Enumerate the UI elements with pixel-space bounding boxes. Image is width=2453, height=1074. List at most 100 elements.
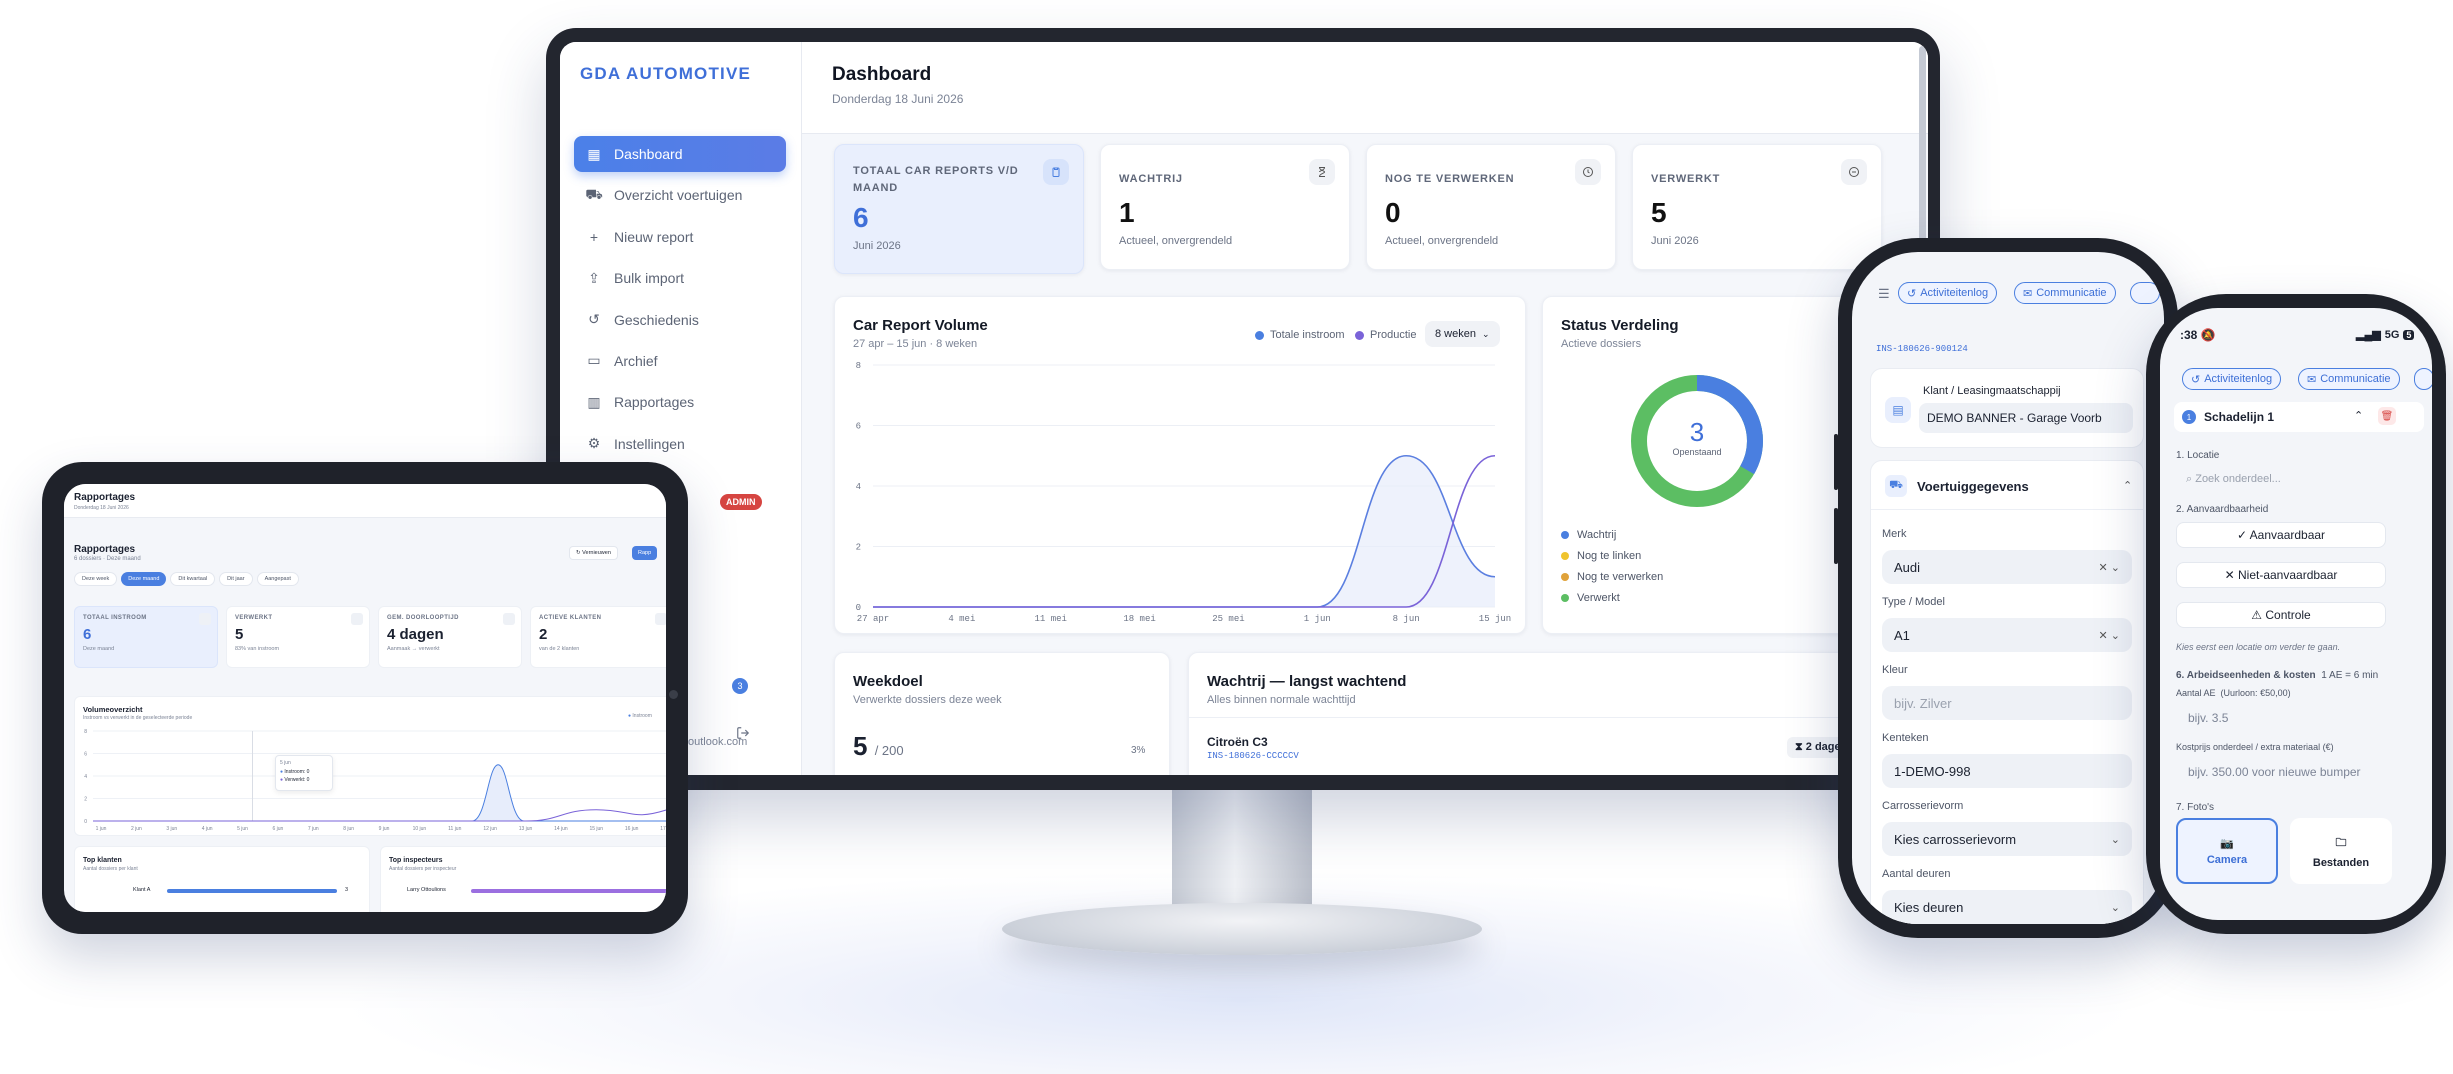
trash-icon[interactable]: 🗑 — [2378, 407, 2396, 425]
range-select[interactable]: 8 weken ⌄ — [1425, 321, 1500, 347]
kpi-card-wachtrij[interactable]: WACHTRIJ 1 Actueel, onvergrendeld — [1100, 144, 1350, 270]
sidebar-item-archief[interactable]: ▭ Archief — [574, 343, 786, 379]
tablet-camera — [669, 690, 678, 699]
tab-aangepast[interactable]: Aangepast — [256, 572, 299, 586]
tablet-kpi-card[interactable]: VERWERKT 5 83% van instroom — [226, 606, 370, 668]
export-button[interactable]: Rapp — [632, 546, 658, 560]
locatie-label: 1. Locatie — [2176, 450, 2220, 461]
volume-title: Car Report Volume — [853, 317, 988, 334]
communicatie-button[interactable]: ✉ Communicatie — [2298, 368, 2400, 390]
tab-deze-maand[interactable]: Deze maand — [121, 572, 167, 586]
clear-chevron-icon[interactable]: ✕ ⌄ — [2099, 629, 2121, 642]
kpi-value: 5 — [235, 626, 244, 643]
carros-select[interactable]: Kies carrosserievorm ⌄ — [1882, 822, 2132, 856]
kpi-sub: Juni 2026 — [853, 240, 901, 252]
monitor-stand-base — [1002, 903, 1482, 955]
kpi-label: GEM. DOORLOOPTIJD — [387, 615, 459, 621]
kpi-label: VERWERKT — [1651, 173, 1721, 185]
niet-aanvaardbaar-button[interactable]: ✕ Niet-aanvaardbaar — [2176, 562, 2386, 588]
sidebar-item-label: Bulk import — [614, 270, 685, 287]
ae-label-text: Aantal AE — [2176, 688, 2216, 698]
tab-dit-kwartaal[interactable]: Dit kwartaal — [170, 572, 216, 586]
type-select[interactable]: A1 ✕ ⌄ — [1882, 618, 2132, 652]
kenteken-input[interactable]: 1-DEMO-998 — [1882, 754, 2132, 788]
button-label: Activiteitenlog — [2204, 373, 2273, 385]
type-value: A1 — [1894, 627, 1910, 643]
bestanden-button[interactable]: 🗀 Bestanden — [2290, 818, 2392, 884]
x-tick-label: 8 jun — [343, 826, 354, 832]
zoek-onderdeel-input[interactable]: ⌕ Zoek onderdeel... — [2176, 466, 2396, 492]
ae-input[interactable]: bijv. 3.5 — [2176, 704, 2406, 732]
history-icon: ↺ — [2191, 373, 2201, 386]
page-date: Donderdag 18 Juni 2026 — [832, 92, 964, 106]
vernieuwen-button[interactable]: ↻ Vernieuwen — [569, 546, 618, 560]
controle-button[interactable]: ⚠ Controle — [2176, 602, 2386, 628]
tooltip-date: 5 jun — [280, 760, 291, 766]
tablet-topbar: Rapportages Donderdag 18 Juni 2026 — [64, 484, 666, 518]
klant-select[interactable]: DEMO BANNER - Garage Voorb — [1919, 403, 2133, 433]
aanv-label: 2. Aanvaardbaarheid — [2176, 504, 2269, 515]
x-tick-label: 11 jun — [448, 826, 461, 832]
tablet-volume-chart: 0 2 4 6 8 1 jun 2 jun 3 jun 4 jun 5 jun 6 jun 7 jun… — [84, 729, 666, 832]
more-button[interactable] — [2130, 282, 2160, 304]
weekdoel-value: 5 / 200 — [853, 731, 904, 762]
sidebar-item-dashboard[interactable]: ▦ Dashboard — [574, 136, 786, 172]
weekdoel-total: / 200 — [874, 743, 904, 758]
tablet-kpi-card[interactable]: GEM. DOORLOOPTIJD 4 dagen Aanmaak → verwer… — [378, 606, 522, 668]
deuren-select[interactable]: Kies deuren ⌄ — [1882, 890, 2132, 924]
x-tick-label: 17 jun — [660, 826, 666, 832]
tablet-kpi-card[interactable]: TOTAAL INSTROOM 6 Deze maand — [74, 606, 218, 668]
tablet-kpi-card[interactable]: ACTIEVE KLANTEN 2 van de 2 klanten — [530, 606, 666, 668]
tab-dit-jaar[interactable]: Dit jaar — [219, 572, 253, 586]
activiteitenlog-button[interactable]: ↺ Activiteitenlog — [1898, 282, 1998, 304]
clear-chevron-icon[interactable]: ✕ ⌄ — [2099, 561, 2121, 574]
sidebar-item-rapportages[interactable]: ▥ Rapportages — [574, 384, 786, 420]
wachtrij-car[interactable]: Citroën C3 — [1207, 735, 1268, 749]
top-inspecteurs-card: Top inspecteurs Aantal dossiers per insp… — [380, 846, 666, 912]
aanvaardbaar-button[interactable]: ✓ Aanvaardbaar — [2176, 522, 2386, 548]
search-icon: ⌕ — [2186, 472, 2196, 485]
x-tick-label: 11 mei — [1035, 614, 1067, 624]
camera-label: Camera — [2206, 853, 2248, 866]
menu-icon[interactable]: ☰ — [1878, 286, 1890, 302]
x-tick-label: 15 jun — [1479, 614, 1511, 624]
notification-count[interactable]: 3 — [732, 678, 748, 694]
merk-select[interactable]: Audi ✕ ⌄ — [1882, 550, 2132, 584]
sidebar-item-bulk-import[interactable]: ⇪ Bulk import — [574, 260, 786, 296]
communicatie-button[interactable]: ✉ Communicatie — [2014, 282, 2116, 304]
kpi-card-verwerkt[interactable]: VERWERKT 5 Juni 2026 — [1632, 144, 1882, 270]
tooltip-verwerkt: Verwerkt: 0 — [284, 777, 310, 783]
sidebar-item-geschiedenis[interactable]: ↺ Geschiedenis — [574, 302, 786, 338]
legend-productie: Productie — [1355, 329, 1416, 341]
chevron-up-icon[interactable]: ⌃ — [2123, 479, 2132, 492]
y-tick-label: 6 — [856, 422, 861, 432]
schadelijn-header[interactable]: 1 Schadelijn 1 ⌃ 🗑 — [2174, 402, 2424, 432]
more-button[interactable] — [2414, 368, 2432, 390]
arbeid-label: 6. Arbeidseenheden & kosten 1 AE = 6 min — [2176, 670, 2378, 681]
kpi-value: 2 — [539, 626, 548, 643]
sidebar-item-overzicht-voertuigen[interactable]: ⛟ Overzicht voertuigen — [574, 177, 786, 213]
legend-label: Instroom — [632, 713, 652, 719]
activiteitenlog-button[interactable]: ↺ Activiteitenlog — [2182, 368, 2282, 390]
kpi-card-nog-te-verwerken[interactable]: NOG TE VERWERKEN 0 Actueel, onvergrendel… — [1366, 144, 1616, 270]
sidebar-item-nieuw-report[interactable]: + Nieuw report — [574, 219, 786, 255]
wachtrij-id[interactable]: INS-180626-CCCCCV — [1207, 751, 1299, 761]
y-tick-label: 4 — [856, 482, 861, 492]
schade-title: Schadelijn 1 — [2204, 410, 2275, 424]
kpi-sub: Deze maand — [83, 646, 115, 652]
logout-icon[interactable] — [736, 726, 750, 745]
kost-input[interactable]: bijv. 350.00 voor nieuwe bumper — [2176, 758, 2426, 786]
phone2-screen: :38 🔕 ▂▄▆ 5G 5 ↺ Activiteitenlog ✉ Communica… — [2160, 308, 2432, 920]
x-tick-label: 5 jun — [237, 826, 248, 832]
phone1-screen: ☰ ↺ Activiteitenlog ✉ Communicatie INS-180… — [1852, 252, 2164, 924]
kpi-card-total[interactable]: TOTAAL CAR REPORTS V/D MAAND 6 Juni 2026 — [834, 144, 1084, 274]
klant-row-value: 3 — [345, 887, 349, 893]
tab-deze-week[interactable]: Deze week — [74, 572, 118, 586]
top-klanten-title: Top klanten — [83, 857, 122, 864]
top-klanten-sub: Aantal dossiers per klant — [83, 866, 138, 872]
kleur-input[interactable]: bijv. Zilver — [1882, 686, 2132, 720]
sidebar-item-instellingen[interactable]: ⚙ Instellingen — [574, 426, 786, 462]
camera-button[interactable]: 📷 Camera — [2176, 818, 2278, 884]
clock-icon — [1575, 159, 1601, 185]
chevron-up-icon[interactable]: ⌃ — [2354, 409, 2363, 422]
